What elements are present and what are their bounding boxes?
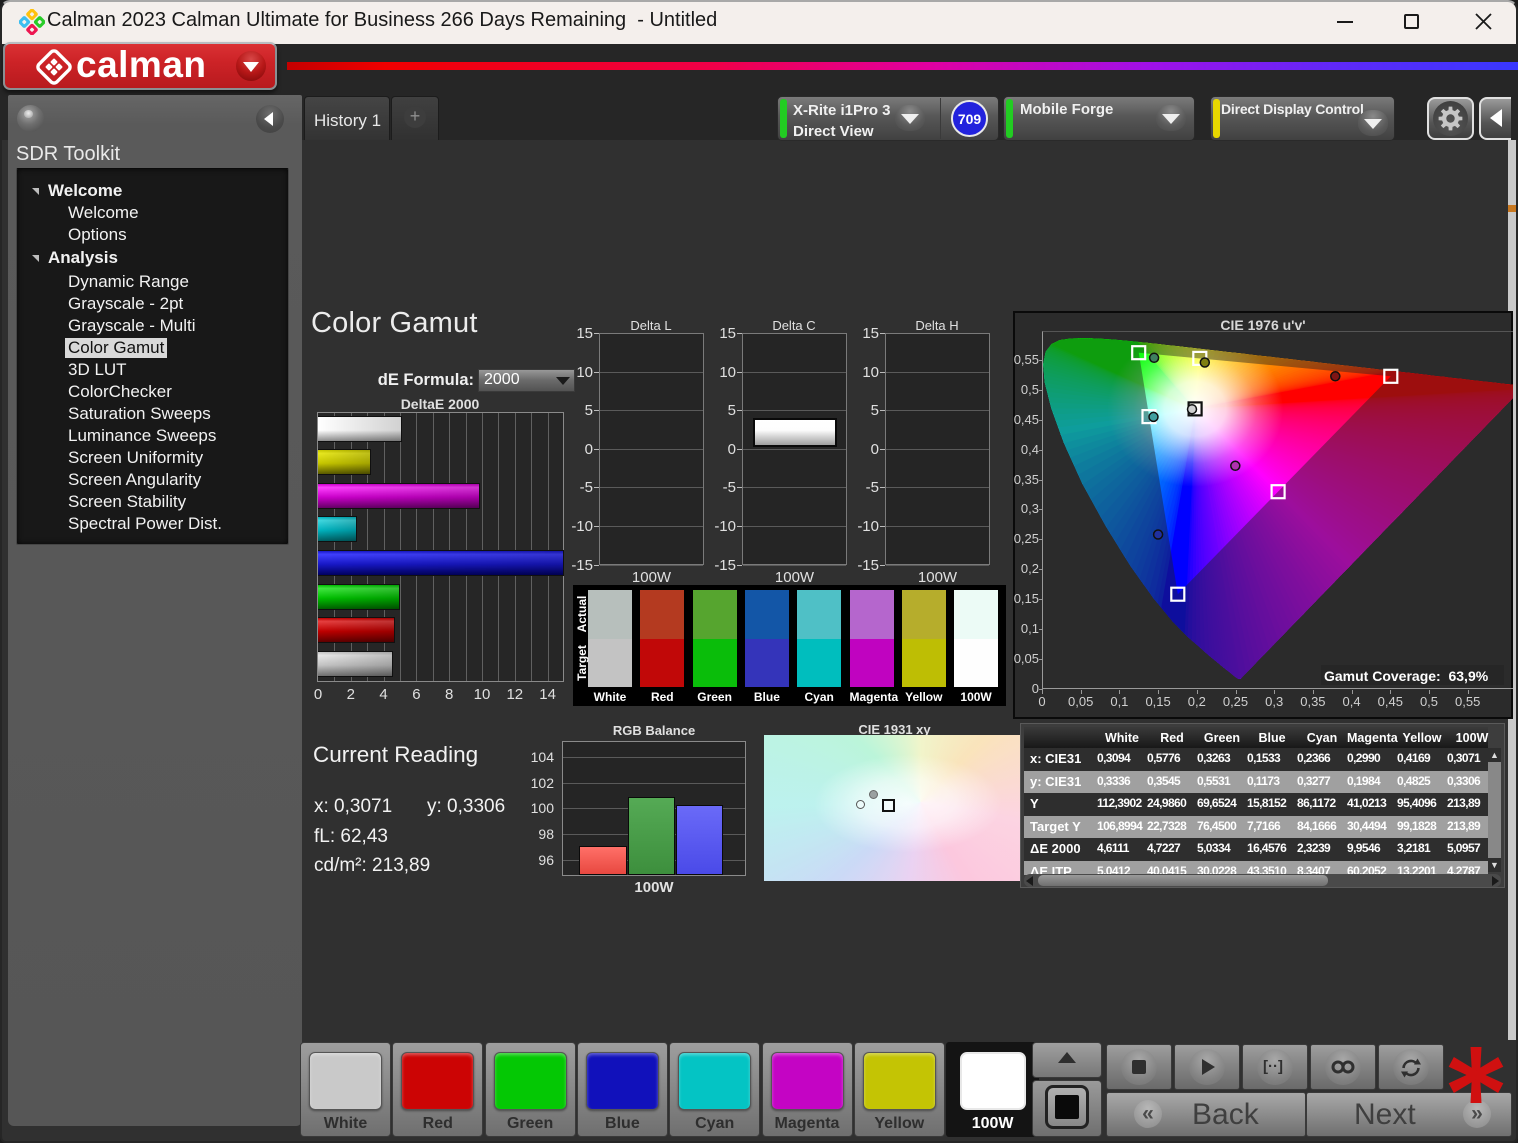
svg-text:Target: Target [575,645,589,681]
svg-text:Actual: Actual [575,596,589,633]
